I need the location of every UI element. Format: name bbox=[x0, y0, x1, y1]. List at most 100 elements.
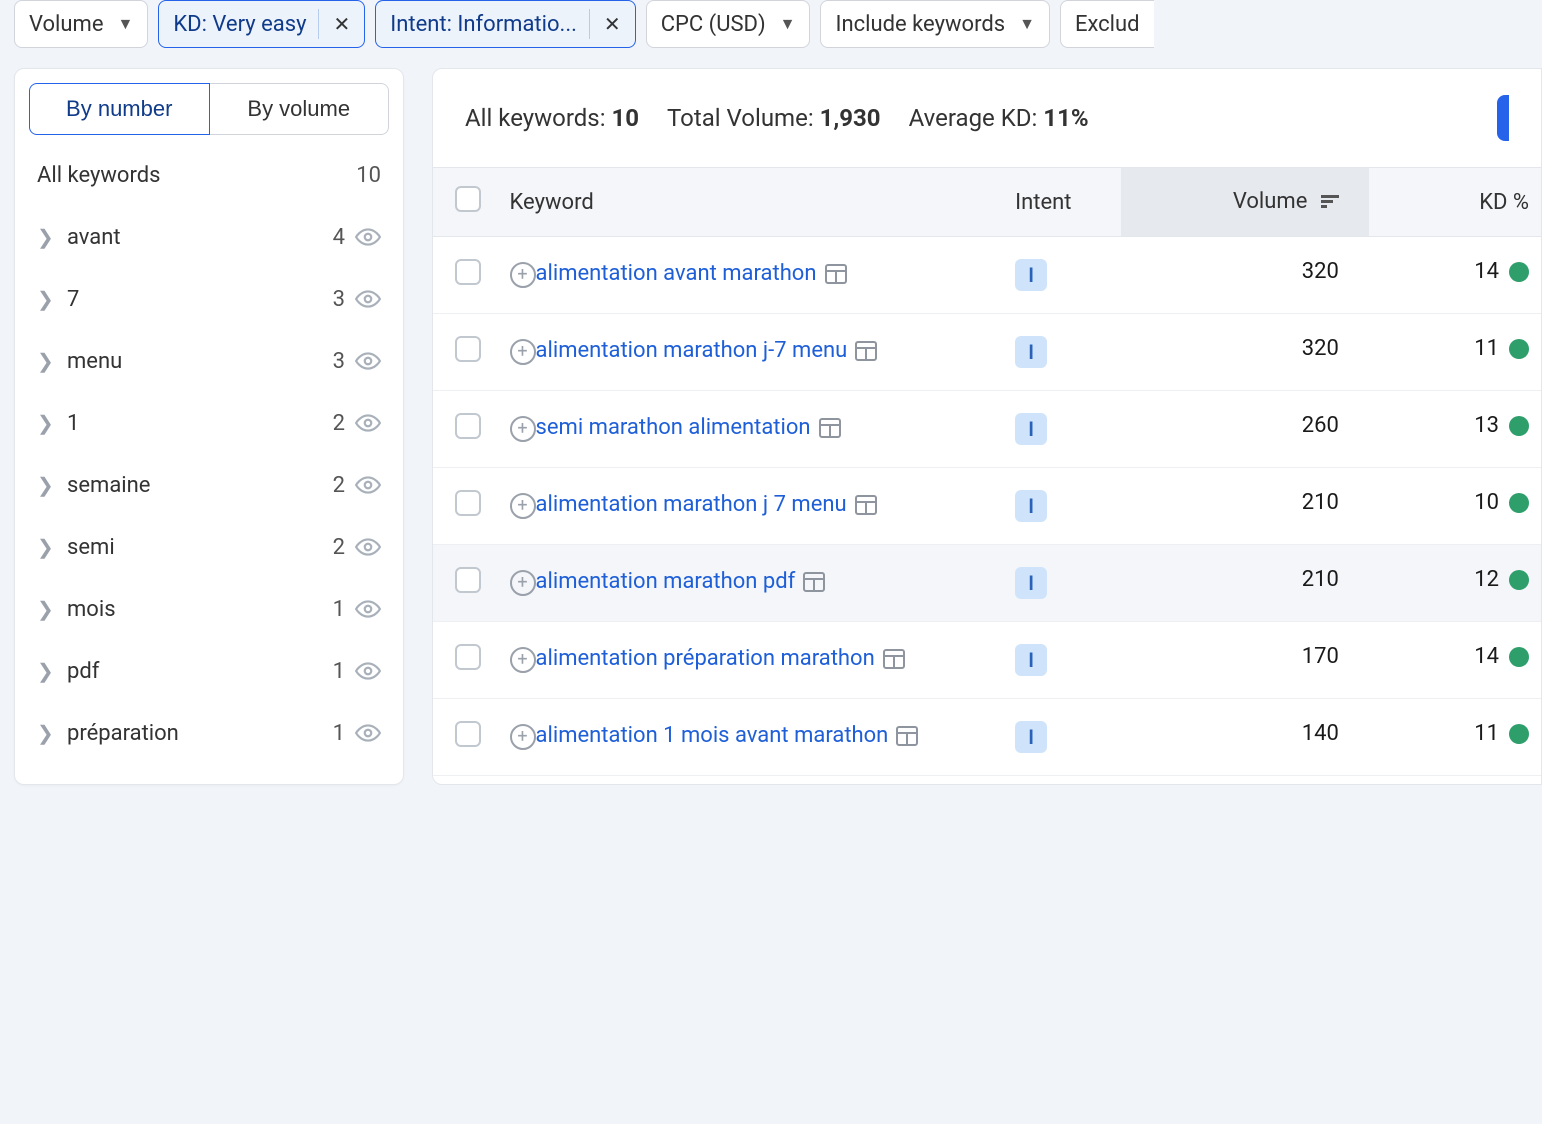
keywords-table: Keyword Intent Volume KD % +alimentation… bbox=[433, 167, 1541, 776]
intent-badge[interactable]: I bbox=[1015, 490, 1047, 522]
serp-icon[interactable] bbox=[855, 495, 877, 515]
row-checkbox[interactable] bbox=[455, 567, 481, 593]
serp-icon[interactable] bbox=[825, 264, 847, 284]
intent-badge[interactable]: I bbox=[1015, 567, 1047, 599]
group-count: 3 bbox=[333, 349, 345, 374]
serp-icon[interactable] bbox=[855, 341, 877, 361]
eye-icon[interactable] bbox=[355, 472, 381, 498]
stat-volume: Total Volume: 1,930 bbox=[667, 104, 881, 132]
eye-icon[interactable] bbox=[355, 348, 381, 374]
group-item[interactable]: ❯73 bbox=[15, 268, 403, 330]
kd-difficulty-dot bbox=[1509, 647, 1529, 667]
col-intent[interactable]: Intent bbox=[1003, 168, 1121, 237]
plus-circle-icon[interactable]: + bbox=[510, 262, 536, 288]
group-item[interactable]: ❯pdf1 bbox=[15, 640, 403, 702]
keyword-link[interactable]: semi marathon alimentation bbox=[536, 413, 811, 444]
col-checkbox[interactable] bbox=[433, 168, 498, 237]
plus-circle-icon[interactable]: + bbox=[510, 493, 536, 519]
keyword-link[interactable]: alimentation marathon pdf bbox=[536, 567, 796, 598]
filter-label: Include keywords bbox=[835, 12, 1005, 37]
filter-kd[interactable]: KD: Very easy ✕ bbox=[158, 0, 365, 48]
eye-icon[interactable] bbox=[355, 286, 381, 312]
primary-action-button[interactable] bbox=[1497, 95, 1509, 141]
group-item[interactable]: ❯semaine2 bbox=[15, 454, 403, 516]
keyword-link[interactable]: alimentation avant marathon bbox=[536, 259, 817, 290]
row-checkbox[interactable] bbox=[455, 644, 481, 670]
plus-circle-icon[interactable]: + bbox=[510, 416, 536, 442]
plus-circle-icon[interactable]: + bbox=[510, 724, 536, 750]
plus-circle-icon[interactable]: + bbox=[510, 570, 536, 596]
keyword-link[interactable]: alimentation préparation marathon bbox=[536, 644, 875, 675]
plus-circle-icon[interactable]: + bbox=[510, 647, 536, 673]
table-row: +alimentation préparation marathonI17014 bbox=[433, 622, 1541, 699]
group-count: 2 bbox=[333, 535, 345, 560]
chevron-right-icon: ❯ bbox=[37, 411, 61, 435]
volume-value: 210 bbox=[1121, 545, 1368, 622]
group-item[interactable]: ❯préparation1 bbox=[15, 702, 403, 764]
checkbox[interactable] bbox=[455, 186, 481, 212]
volume-value: 260 bbox=[1121, 391, 1368, 468]
group-count: 2 bbox=[333, 411, 345, 436]
group-count: 2 bbox=[333, 473, 345, 498]
intent-badge[interactable]: I bbox=[1015, 259, 1047, 291]
sidebar-all-label: All keywords bbox=[37, 163, 160, 188]
chevron-right-icon: ❯ bbox=[37, 535, 61, 559]
filter-intent[interactable]: Intent: Informatio... ✕ bbox=[375, 0, 635, 48]
row-checkbox[interactable] bbox=[455, 336, 481, 362]
intent-badge[interactable]: I bbox=[1015, 413, 1047, 445]
eye-icon[interactable] bbox=[355, 224, 381, 250]
keyword-link[interactable]: alimentation 1 mois avant marathon bbox=[536, 721, 889, 752]
eye-icon[interactable] bbox=[355, 534, 381, 560]
serp-icon[interactable] bbox=[883, 649, 905, 669]
tab-by-volume[interactable]: By volume bbox=[210, 83, 390, 135]
tab-by-number[interactable]: By number bbox=[29, 83, 210, 135]
eye-icon[interactable] bbox=[355, 720, 381, 746]
close-icon[interactable]: ✕ bbox=[589, 9, 635, 39]
eye-icon[interactable] bbox=[355, 410, 381, 436]
filter-cpc[interactable]: CPC (USD) ▼ bbox=[646, 0, 811, 48]
intent-badge[interactable]: I bbox=[1015, 336, 1047, 368]
keyword-link[interactable]: alimentation marathon j 7 menu bbox=[536, 490, 847, 521]
eye-icon[interactable] bbox=[355, 658, 381, 684]
col-volume[interactable]: Volume bbox=[1121, 168, 1368, 237]
group-item[interactable]: ❯menu3 bbox=[15, 330, 403, 392]
chevron-right-icon: ❯ bbox=[37, 721, 61, 745]
row-checkbox[interactable] bbox=[455, 259, 481, 285]
close-icon[interactable]: ✕ bbox=[318, 9, 364, 39]
group-item[interactable]: ❯mois1 bbox=[15, 578, 403, 640]
group-item[interactable]: ❯avant4 bbox=[15, 206, 403, 268]
col-keyword[interactable]: Keyword bbox=[498, 168, 1004, 237]
serp-icon[interactable] bbox=[896, 726, 918, 746]
plus-circle-icon[interactable]: + bbox=[510, 339, 536, 365]
kd-difficulty-dot bbox=[1509, 570, 1529, 590]
volume-value: 320 bbox=[1121, 237, 1368, 314]
group-item[interactable]: ❯12 bbox=[15, 392, 403, 454]
kd-value: 10 bbox=[1369, 468, 1541, 545]
keyword-link[interactable]: alimentation marathon j-7 menu bbox=[536, 336, 848, 367]
group-item[interactable]: ❯semi2 bbox=[15, 516, 403, 578]
intent-badge[interactable]: I bbox=[1015, 721, 1047, 753]
stat-kd: Average KD: 11% bbox=[909, 104, 1089, 132]
volume-value: 210 bbox=[1121, 468, 1368, 545]
row-checkbox[interactable] bbox=[455, 721, 481, 747]
row-checkbox[interactable] bbox=[455, 490, 481, 516]
filter-exclude[interactable]: Exclud bbox=[1060, 0, 1154, 48]
sidebar-all-keywords[interactable]: All keywords 10 bbox=[15, 149, 403, 202]
row-checkbox[interactable] bbox=[455, 413, 481, 439]
group-list: ❯avant4❯73❯menu3❯12❯semaine2❯semi2❯mois1… bbox=[15, 202, 403, 784]
serp-icon[interactable] bbox=[803, 572, 825, 592]
filter-volume[interactable]: Volume ▼ bbox=[14, 0, 148, 48]
eye-icon[interactable] bbox=[355, 596, 381, 622]
kd-difficulty-dot bbox=[1509, 416, 1529, 436]
col-kd[interactable]: KD % bbox=[1369, 168, 1541, 237]
filter-include[interactable]: Include keywords ▼ bbox=[820, 0, 1049, 48]
group-label: mois bbox=[61, 597, 333, 622]
intent-badge[interactable]: I bbox=[1015, 644, 1047, 676]
volume-value: 140 bbox=[1121, 699, 1368, 776]
keyword-cell: +alimentation 1 mois avant marathon bbox=[510, 721, 992, 752]
chevron-right-icon: ❯ bbox=[37, 225, 61, 249]
chevron-right-icon: ❯ bbox=[37, 473, 61, 497]
group-label: 1 bbox=[61, 411, 333, 436]
serp-icon[interactable] bbox=[819, 418, 841, 438]
volume-value: 320 bbox=[1121, 314, 1368, 391]
